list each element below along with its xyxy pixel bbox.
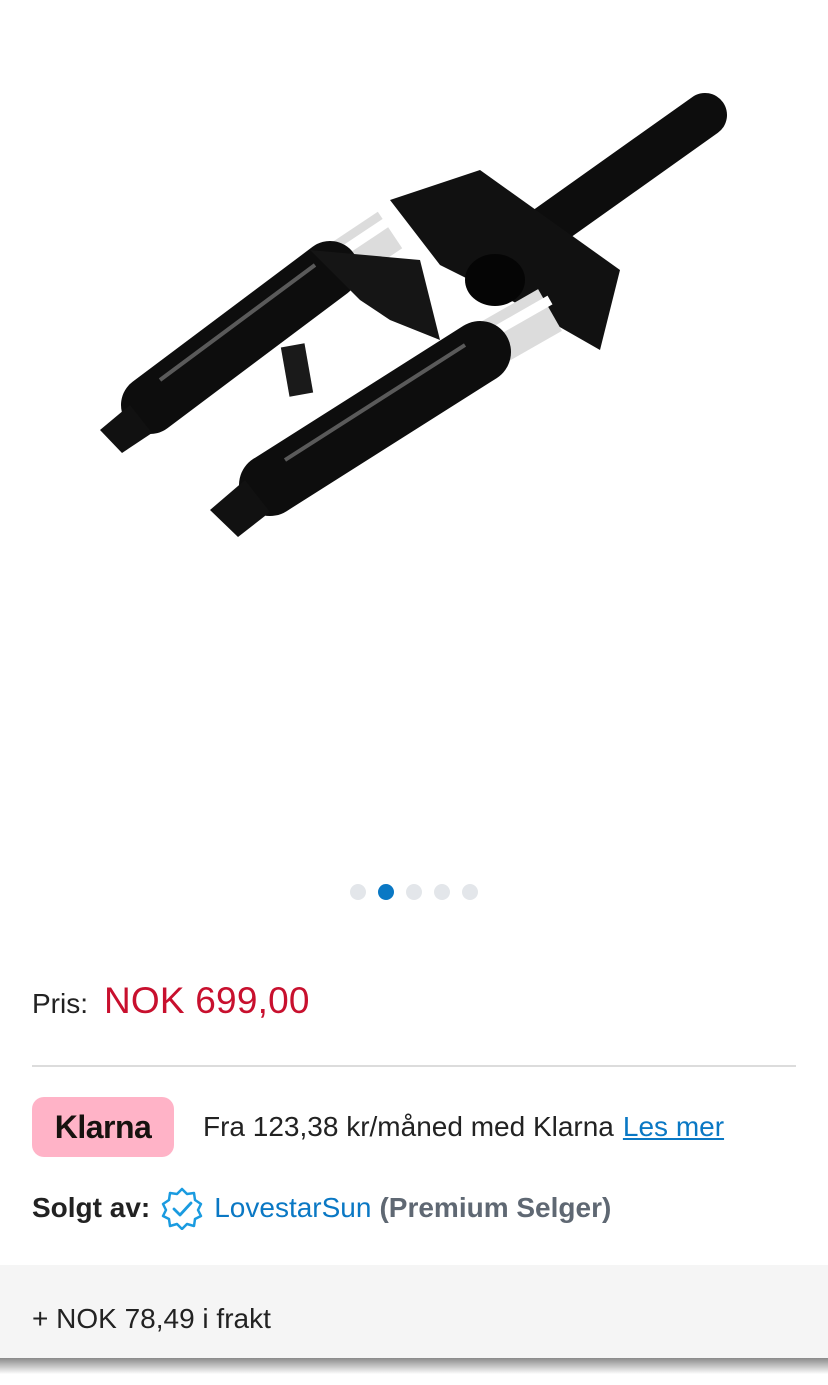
klarna-read-more-link[interactable]: Les mer <box>623 1111 724 1143</box>
divider <box>32 1065 796 1067</box>
product-image-gallery[interactable] <box>0 0 828 940</box>
shipping-cost: + NOK 78,49 i frakt <box>32 1303 271 1334</box>
shipping-info-panel: + NOK 78,49 i frakt <box>0 1265 828 1362</box>
klarna-row: Klarna Fra 123,38 kr/måned med Klarna Le… <box>32 1097 724 1157</box>
price-row: Pris: NOK 699,00 <box>32 980 310 1022</box>
seller-label: Solgt av: <box>32 1192 151 1223</box>
carousel-dot[interactable] <box>462 884 478 900</box>
seller-tier: (Premium Selger) <box>379 1192 612 1223</box>
seller-name-link[interactable]: LovestarSun <box>214 1192 371 1224</box>
bottom-bar-shadow <box>0 1358 828 1385</box>
carousel-dot[interactable] <box>406 884 422 900</box>
carousel-dot[interactable] <box>350 884 366 900</box>
price-label: Pris: <box>32 988 88 1019</box>
carousel-dots[interactable] <box>0 884 828 900</box>
suspension-fork-image[interactable] <box>60 60 760 580</box>
klarna-logo: Klarna <box>32 1097 174 1157</box>
seller-row: Solgt av: LovestarSun (Premium Selger) <box>32 1186 611 1230</box>
carousel-dot[interactable] <box>434 884 450 900</box>
carousel-dot-active[interactable] <box>378 884 394 900</box>
verified-badge-icon <box>161 1187 203 1230</box>
price-value: NOK 699,00 <box>104 980 310 1021</box>
klarna-text: Fra 123,38 kr/måned med Klarna <box>203 1111 614 1142</box>
